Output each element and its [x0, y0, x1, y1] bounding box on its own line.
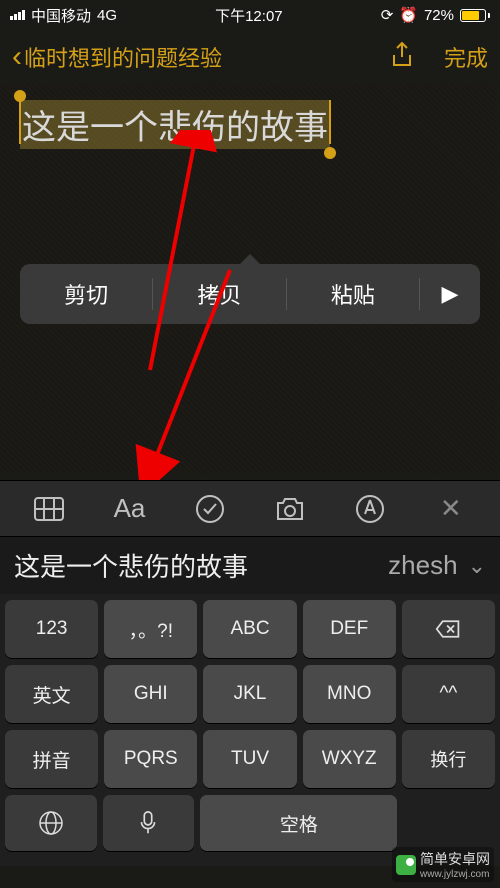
key-shift[interactable]: ^^ — [402, 665, 495, 723]
more-button[interactable]: ▶ — [420, 281, 480, 307]
battery-icon — [460, 9, 490, 22]
key-wxyz[interactable]: WXYZ — [303, 730, 396, 788]
key-ghi[interactable]: GHI — [104, 665, 197, 723]
text-format-button[interactable]: Aa — [105, 489, 153, 529]
back-label: 临时想到的问题经验 — [24, 41, 222, 73]
note-text: 这是一个悲伤的故事 — [22, 109, 328, 147]
key-abc[interactable]: ABC — [203, 600, 296, 658]
watermark-name: 简单安卓网 — [420, 849, 490, 869]
share-button[interactable] — [390, 41, 414, 74]
keyboard: 123 ，。?! ABC DEF 英文 GHI JKL MNO ^^ 拼音 PQ… — [0, 594, 500, 866]
checklist-button[interactable] — [186, 489, 234, 529]
key-globe[interactable] — [5, 795, 97, 851]
key-mic[interactable] — [103, 795, 195, 851]
note-content[interactable]: 这是一个悲伤的故事 剪切 拷贝 粘贴 ▶ — [0, 84, 500, 474]
battery-pct: 72% — [424, 7, 454, 24]
candidate-expand-button[interactable]: ⌄ — [468, 553, 486, 579]
markup-button[interactable] — [346, 489, 394, 529]
alarm-icon: ⏰ — [399, 6, 418, 24]
key-space[interactable]: 空格 — [200, 795, 397, 851]
candidate-bar: 这是一个悲伤的故事 zhesh ⌄ — [0, 536, 500, 594]
back-button[interactable]: ‹ 临时想到的问题经验 — [12, 40, 222, 74]
status-left: 中国移动 4G — [10, 5, 117, 26]
selection-handle-right[interactable] — [324, 147, 336, 159]
status-bar: 中国移动 4G 下午12:07 ⟳ ⏰ 72% — [0, 0, 500, 30]
candidate-secondary[interactable]: zhesh — [388, 550, 457, 581]
signal-icon — [10, 10, 25, 20]
key-jkl[interactable]: JKL — [203, 665, 296, 723]
selection-line-left — [19, 100, 21, 144]
key-english[interactable]: 英文 — [5, 665, 98, 723]
key-tuv[interactable]: TUV — [203, 730, 296, 788]
context-menu: 剪切 拷贝 粘贴 ▶ — [20, 264, 480, 324]
camera-button[interactable] — [266, 489, 314, 529]
watermark-logo-icon — [396, 855, 416, 875]
key-backspace[interactable] — [402, 600, 495, 658]
key-pqrs[interactable]: PQRS — [104, 730, 197, 788]
watermark: 简单安卓网 www.jylzwj.com — [392, 847, 494, 882]
watermark-url: www.jylzwj.com — [420, 869, 490, 880]
orientation-lock-icon: ⟳ — [381, 6, 394, 24]
done-button[interactable]: 完成 — [444, 41, 488, 73]
key-123[interactable]: 123 — [5, 600, 98, 658]
nav-bar: ‹ 临时想到的问题经验 完成 — [0, 30, 500, 84]
key-return[interactable]: 换行 — [402, 730, 495, 788]
key-punct[interactable]: ，。?! — [104, 600, 197, 658]
copy-button[interactable]: 拷贝 — [153, 278, 286, 310]
paste-button[interactable]: 粘贴 — [287, 278, 420, 310]
cut-button[interactable]: 剪切 — [20, 278, 153, 310]
status-right: ⟳ ⏰ 72% — [381, 6, 490, 24]
key-def[interactable]: DEF — [303, 600, 396, 658]
network: 4G — [97, 7, 117, 24]
candidate-primary[interactable]: 这是一个悲伤的故事 — [14, 547, 388, 584]
selected-text[interactable]: 这是一个悲伤的故事 — [20, 100, 330, 149]
close-toolbar-button[interactable]: ✕ — [427, 489, 475, 529]
carrier: 中国移动 — [31, 5, 91, 26]
selection-line-right — [329, 100, 331, 144]
chevron-left-icon: ‹ — [12, 40, 22, 74]
key-pinyin[interactable]: 拼音 — [5, 730, 98, 788]
table-button[interactable] — [25, 489, 73, 529]
format-toolbar: Aa ✕ — [0, 480, 500, 536]
key-mno[interactable]: MNO — [303, 665, 396, 723]
status-time: 下午12:07 — [215, 5, 283, 26]
